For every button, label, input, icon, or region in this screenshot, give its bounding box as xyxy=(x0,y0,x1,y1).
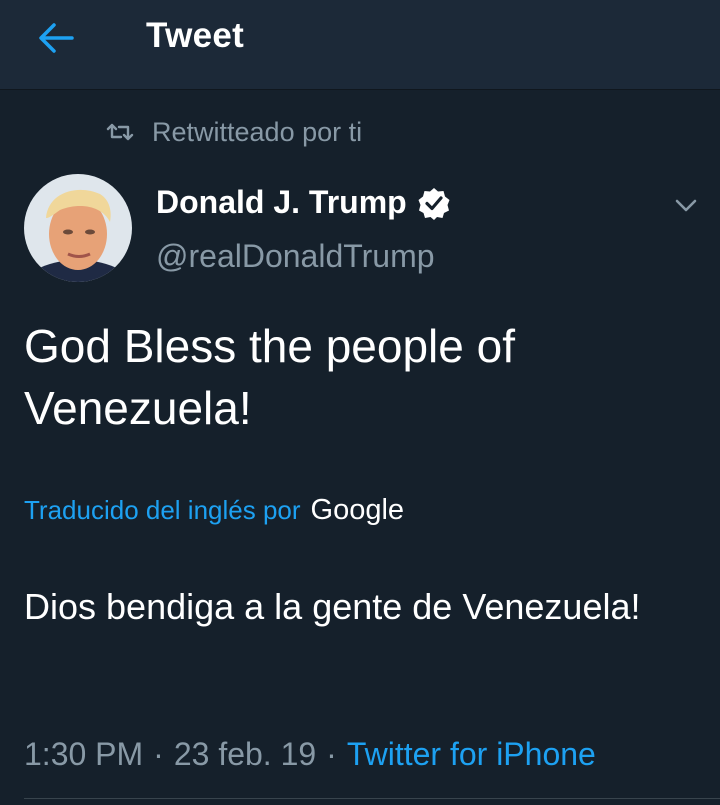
translation-attribution: Traducido del inglés por Google xyxy=(24,494,404,527)
tweet-meta: 1:30 PM · 23 feb. 19 · Twitter for iPhon… xyxy=(24,736,596,773)
retweet-label: Retwitteado por ti xyxy=(152,116,363,147)
tweet-time: 1:30 PM xyxy=(24,736,144,772)
translated-text: Dios bendiga a la gente de Venezuela! xyxy=(24,586,641,627)
meta-separator: · xyxy=(153,736,164,772)
divider xyxy=(24,798,720,799)
translation-label[interactable]: Traducido del inglés por xyxy=(24,495,301,526)
retweet-icon xyxy=(106,123,134,141)
tweet-source-link[interactable]: Twitter for iPhone xyxy=(347,736,596,773)
tweet-text: God Bless the people of Venezuela! xyxy=(24,320,515,434)
author-handle[interactable]: @realDonaldTrump xyxy=(156,238,435,275)
author-name[interactable]: Donald J. Trump xyxy=(156,184,407,221)
page-title: Tweet xyxy=(146,16,245,55)
tweet-date: 23 feb. 19 xyxy=(173,736,317,772)
top-app-bar: Tweet xyxy=(0,0,720,90)
avatar-photo xyxy=(24,174,132,282)
meta-separator: · xyxy=(326,736,337,772)
retweet-context: Retwitteado por ti xyxy=(106,114,362,150)
verified-badge-icon xyxy=(418,187,450,220)
google-logo: Google xyxy=(310,494,405,526)
arrow-left-icon[interactable] xyxy=(36,20,76,56)
avatar[interactable] xyxy=(24,174,132,282)
author-name-row: Donald J. Trump xyxy=(156,184,451,221)
chevron-down-icon[interactable] xyxy=(672,192,700,218)
